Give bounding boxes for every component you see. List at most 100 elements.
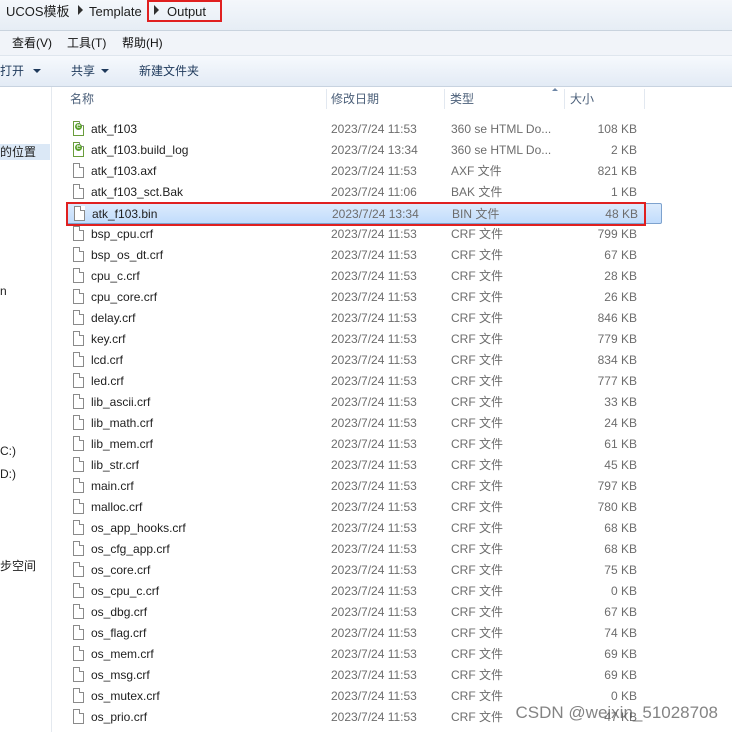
address-bar[interactable]: UCOS模板 Template Output	[0, 0, 732, 31]
file-name: atk_f103.axf	[91, 164, 157, 178]
file-row[interactable]: malloc.crf 2023/7/24 11:53 CRF 文件 780 KB	[66, 497, 662, 518]
new-folder-button[interactable]: 新建文件夹	[139, 63, 199, 79]
menu-view[interactable]: 查看(V)	[12, 35, 52, 51]
file-modified-date: 2023/7/24 11:53	[331, 353, 417, 367]
file-row[interactable]: lib_math.crf 2023/7/24 11:53 CRF 文件 24 KB	[66, 413, 662, 434]
breadcrumb-ucos[interactable]: UCOS模板	[6, 4, 70, 20]
menu-tools[interactable]: 工具(T)	[67, 35, 106, 51]
file-size: 68 KB	[604, 521, 637, 535]
file-modified-date: 2023/7/24 11:53	[331, 269, 417, 283]
file-row[interactable]: lcd.crf 2023/7/24 11:53 CRF 文件 834 KB	[66, 350, 662, 371]
file-row[interactable]: atk_f103.axf 2023/7/24 11:53 AXF 文件 821 KB	[66, 161, 662, 182]
file-row[interactable]: lib_mem.crf 2023/7/24 11:53 CRF 文件 61 KB	[66, 434, 662, 455]
file-row[interactable]: main.crf 2023/7/24 11:53 CRF 文件 797 KB	[66, 476, 662, 497]
file-row[interactable]: key.crf 2023/7/24 11:53 CRF 文件 779 KB	[66, 329, 662, 350]
column-divider[interactable]	[564, 89, 565, 109]
nav-item-drive-c[interactable]: C:)	[0, 443, 16, 459]
file-icon	[73, 478, 84, 493]
file-icon	[73, 268, 84, 283]
file-row[interactable]: os_msg.crf 2023/7/24 11:53 CRF 文件 69 KB	[66, 665, 662, 686]
file-size: 69 KB	[604, 647, 637, 661]
file-name: bsp_os_dt.crf	[91, 248, 164, 262]
file-type: CRF 文件	[451, 542, 503, 556]
file-row[interactable]: lib_str.crf 2023/7/24 11:53 CRF 文件 45 KB	[66, 455, 662, 476]
file-row[interactable]: cpu_core.crf 2023/7/24 11:53 CRF 文件 26 KB	[66, 287, 662, 308]
file-row[interactable]: os_dbg.crf 2023/7/24 11:53 CRF 文件 67 KB	[66, 602, 662, 623]
file-row[interactable]: e atk_f103 2023/7/24 11:53 360 se HTML Do..…	[66, 119, 662, 140]
file-row[interactable]: cpu_c.crf 2023/7/24 11:53 CRF 文件 28 KB	[66, 266, 662, 287]
file-row[interactable]: os_cfg_app.crf 2023/7/24 11:53 CRF 文件 68 KB	[66, 539, 662, 560]
file-row[interactable]: delay.crf 2023/7/24 11:53 CRF 文件 846 KB	[66, 308, 662, 329]
column-divider[interactable]	[326, 89, 327, 109]
open-button[interactable]: 打开	[0, 63, 24, 79]
file-icon	[73, 415, 84, 430]
file-icon	[73, 457, 84, 472]
file-row[interactable]: os_mem.crf 2023/7/24 11:53 CRF 文件 69 KB	[66, 644, 662, 665]
file-modified-date: 2023/7/24 11:53	[331, 164, 417, 178]
nav-item-drive-d[interactable]: D:)	[0, 466, 16, 482]
file-type: CRF 文件	[451, 668, 503, 682]
column-header-date[interactable]: 修改日期	[331, 87, 379, 111]
file-icon	[73, 373, 84, 388]
file-row[interactable]: bsp_os_dt.crf 2023/7/24 11:53 CRF 文件 67 KB	[66, 245, 662, 266]
file-icon	[73, 562, 84, 577]
file-row[interactable]: e atk_f103.build_log 2023/7/24 13:34 360 se…	[66, 140, 662, 161]
share-button[interactable]: 共享	[71, 63, 95, 79]
file-icon	[73, 688, 84, 703]
file-size: 33 KB	[604, 395, 637, 409]
file-row[interactable]: lib_ascii.crf 2023/7/24 11:53 CRF 文件 33 KB	[66, 392, 662, 413]
file-icon	[73, 499, 84, 514]
breadcrumb-separator-icon[interactable]	[78, 5, 83, 15]
file-row[interactable]: os_flag.crf 2023/7/24 11:53 CRF 文件 74 KB	[66, 623, 662, 644]
file-name: lcd.crf	[91, 353, 124, 367]
file-modified-date: 2023/7/24 11:53	[331, 668, 417, 682]
file-icon	[73, 583, 84, 598]
nav-item-user[interactable]: n	[0, 283, 7, 299]
file-type: CRF 文件	[451, 521, 503, 535]
chevron-down-icon[interactable]	[101, 69, 109, 73]
file-size: 67 KB	[604, 248, 637, 262]
column-header-size[interactable]: 大小	[570, 87, 594, 111]
file-size: 45 KB	[604, 458, 637, 472]
file-type: CRF 文件	[451, 605, 503, 619]
file-row[interactable]: os_cpu_c.crf 2023/7/24 11:53 CRF 文件 0 KB	[66, 581, 662, 602]
nav-item-recent-places[interactable]: 的位置	[0, 144, 50, 160]
breadcrumb-template[interactable]: Template	[89, 4, 142, 20]
file-size: 108 KB	[597, 122, 637, 136]
menu-help[interactable]: 帮助(H)	[122, 35, 163, 51]
file-type: 360 se HTML Do...	[451, 143, 552, 157]
file-size: 797 KB	[597, 479, 637, 493]
column-header-name[interactable]: 名称	[70, 87, 94, 111]
file-icon	[73, 604, 84, 619]
column-divider[interactable]	[444, 89, 445, 109]
file-icon	[73, 625, 84, 640]
file-type: CRF 文件	[451, 332, 503, 346]
file-name: os_cpu_c.crf	[91, 584, 160, 598]
chevron-down-icon[interactable]	[33, 69, 41, 73]
file-type: CRF 文件	[451, 374, 503, 388]
file-modified-date: 2023/7/24 11:53	[331, 227, 417, 241]
file-size: 0 KB	[610, 584, 637, 598]
file-modified-date: 2023/7/24 11:53	[331, 689, 417, 703]
file-name: os_msg.crf	[91, 668, 150, 682]
file-size: 2 KB	[610, 143, 637, 157]
file-row[interactable]: os_app_hooks.crf 2023/7/24 11:53 CRF 文件 68 …	[66, 518, 662, 539]
file-size: 74 KB	[604, 626, 637, 640]
file-row[interactable]: atk_f103_sct.Bak 2023/7/24 11:06 BAK 文件 1 K…	[66, 182, 662, 203]
html-file-icon: e	[73, 121, 84, 136]
file-icon	[73, 289, 84, 304]
file-name: delay.crf	[91, 311, 136, 325]
file-row[interactable]: led.crf 2023/7/24 11:53 CRF 文件 777 KB	[66, 371, 662, 392]
file-type: CRF 文件	[451, 311, 503, 325]
file-type: CRF 文件	[451, 395, 503, 409]
column-divider[interactable]	[644, 89, 645, 109]
file-type: BAK 文件	[451, 185, 503, 199]
nav-item-sync-space[interactable]: 步空间	[0, 558, 36, 574]
file-icon	[73, 394, 84, 409]
file-modified-date: 2023/7/24 11:53	[331, 521, 417, 535]
file-row[interactable]: bsp_cpu.crf 2023/7/24 11:53 CRF 文件 799 KB	[66, 224, 662, 245]
file-icon	[73, 520, 84, 535]
file-row[interactable]: os_core.crf 2023/7/24 11:53 CRF 文件 75 KB	[66, 560, 662, 581]
file-type: CRF 文件	[451, 416, 503, 430]
column-header-type[interactable]: 类型	[450, 87, 474, 111]
